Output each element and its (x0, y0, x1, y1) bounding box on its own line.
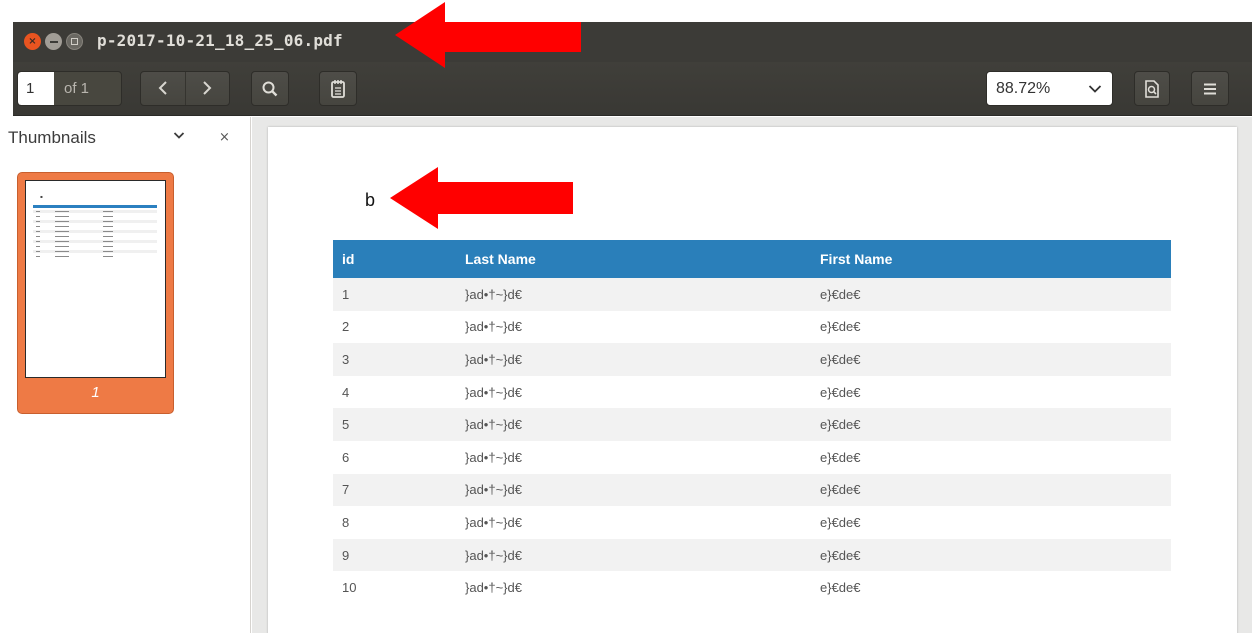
close-icon: × (219, 130, 230, 145)
table-row: 7}ad•†~}d€ e}€de€ (333, 473, 1171, 507)
thumbnail-preview: ▪ (25, 180, 166, 378)
cell-last-name: }ad•†~}d€ (465, 514, 522, 530)
cell-last-name: }ad•†~}d€ (456, 343, 811, 376)
table-row: 9}ad•†~}d€ e}€de€ (333, 538, 1171, 572)
data-table: id Last Name First Name 1}ad•†~}d€ e}€de€… (333, 240, 1171, 604)
cell-last-name: }ad•†~}d€ (465, 384, 522, 400)
page-number-input[interactable] (18, 72, 54, 105)
thumbnail-table-row (33, 255, 157, 258)
cell-last-name: }ad•†~}d€ (456, 408, 811, 441)
cell-id: 4 (342, 384, 350, 400)
thumbnail-table-row (33, 235, 157, 238)
window-title: p-2017-10-21_18_25_06.pdf (97, 31, 343, 50)
cell-first-name: e}€de€ (820, 514, 861, 530)
app-menu-button[interactable] (1191, 71, 1229, 106)
search-icon (262, 81, 278, 96)
document-search-icon (1145, 79, 1159, 98)
cell-id: 10 (342, 580, 357, 596)
title-bar: × p-2017-10-21_18_25_06.pdf (0, 0, 1252, 62)
cell-last-name: }ad•†~}d€ (456, 538, 811, 572)
thumbnail-table-row (33, 220, 157, 223)
table-row: 4 }ad•†~}d€ e}€de€ (333, 376, 1171, 409)
thumbnail-table-row (33, 245, 157, 248)
annotations-button[interactable] (319, 71, 357, 106)
thumbnail-table-row (33, 250, 157, 253)
cell-last-name: }ad•†~}d€ (465, 449, 522, 465)
thumbnail-table-header (33, 205, 157, 208)
next-page-button[interactable] (186, 77, 230, 101)
page-thumbnail[interactable]: ▪ 1 (17, 172, 174, 414)
document-properties-button[interactable] (1134, 71, 1170, 106)
toolbar: of 1 88.72% (13, 62, 1252, 116)
page-navigator: of 1 (17, 71, 122, 106)
chevron-down-icon (173, 132, 185, 139)
thumbnails-sidebar: Thumbnails × ▪ 1 (0, 117, 251, 633)
cell-first-name: e}€de€ (820, 319, 861, 335)
thumbnail-page-label: 1 (91, 384, 100, 401)
maximize-icon (71, 38, 78, 45)
sidebar-header: Thumbnails × (0, 117, 251, 157)
cell-first-name: e}€de€ (811, 473, 1171, 507)
cell-first-name: e}€de€ (820, 449, 861, 465)
cell-last-name: }ad•†~}d€ (465, 580, 522, 596)
column-header-first-name: First Name (811, 240, 1171, 278)
window-maximize-button[interactable] (66, 33, 83, 50)
cell-first-name: e}€de€ (811, 408, 1171, 441)
table-row: 2 }ad•†~}d€ e}€de€ (333, 311, 1171, 344)
cell-last-name: }ad•†~}d€ (456, 278, 811, 311)
table-row: 8 }ad•†~}d€ e}€de€ (333, 506, 1171, 539)
cell-first-name: e}€de€ (811, 343, 1171, 376)
annotation-arrow-title (395, 2, 581, 68)
cell-id: 8 (342, 514, 350, 530)
cell-first-name: e}€de€ (811, 538, 1171, 572)
cell-id: 3 (333, 343, 456, 376)
sidebar-mode-dropdown[interactable] (173, 129, 185, 144)
notepad-icon (331, 79, 345, 98)
cell-first-name: e}€de€ (811, 278, 1171, 311)
document-heading: b (365, 190, 376, 210)
chevron-left-icon (158, 80, 167, 95)
table-row: 3}ad•†~}d€ e}€de€ (333, 343, 1171, 376)
zoom-select[interactable]: 88.72% (986, 71, 1113, 106)
sidebar-title: Thumbnails (8, 128, 96, 147)
close-icon: × (28, 35, 37, 47)
title-bar-background: × p-2017-10-21_18_25_06.pdf (13, 22, 1252, 62)
cell-last-name: }ad•†~}d€ (465, 319, 522, 335)
thumbnail-table-row (33, 210, 157, 213)
table-row: 6 }ad•†~}d€ e}€de€ (333, 441, 1171, 474)
cell-id: 5 (333, 408, 456, 441)
cell-id: 7 (333, 473, 456, 507)
table-row: 1}ad•†~}d€ e}€de€ (333, 278, 1171, 311)
table-row: 10 }ad•†~}d€ e}€de€ (333, 571, 1171, 604)
chevron-right-icon (203, 80, 212, 95)
column-header-id: id (333, 240, 456, 278)
chevron-down-icon (1088, 84, 1102, 93)
column-header-last-name: Last Name (456, 240, 811, 278)
window-minimize-button[interactable] (45, 33, 62, 50)
page-nav-group (140, 71, 230, 106)
previous-page-button[interactable] (141, 77, 185, 101)
cell-id: 9 (333, 538, 456, 572)
cell-last-name: }ad•†~}d€ (456, 473, 811, 507)
cell-id: 2 (342, 319, 350, 335)
cell-id: 1 (333, 278, 456, 311)
zoom-value: 88.72% (996, 79, 1051, 97)
thumbnail-heading-mark: ▪ (40, 194, 43, 199)
hamburger-menu-icon (1204, 83, 1216, 94)
cell-first-name: e}€de€ (820, 384, 861, 400)
thumbnail-table-row (33, 225, 157, 228)
thumbnail-table-row (33, 230, 157, 233)
search-button[interactable] (251, 71, 289, 106)
thumbnail-table-row (33, 240, 157, 243)
annotation-arrow-heading (390, 167, 573, 229)
minimize-icon (49, 40, 58, 43)
window-close-button[interactable]: × (24, 33, 41, 50)
page-count-label: of 1 (64, 80, 90, 97)
table-row: 5}ad•†~}d€ e}€de€ (333, 408, 1171, 441)
table-header-row: id Last Name First Name (333, 240, 1171, 278)
cell-id: 6 (342, 449, 350, 465)
thumbnail-table-row (33, 215, 157, 218)
cell-first-name: e}€de€ (820, 580, 861, 596)
sidebar-close-button[interactable]: × (219, 130, 230, 145)
